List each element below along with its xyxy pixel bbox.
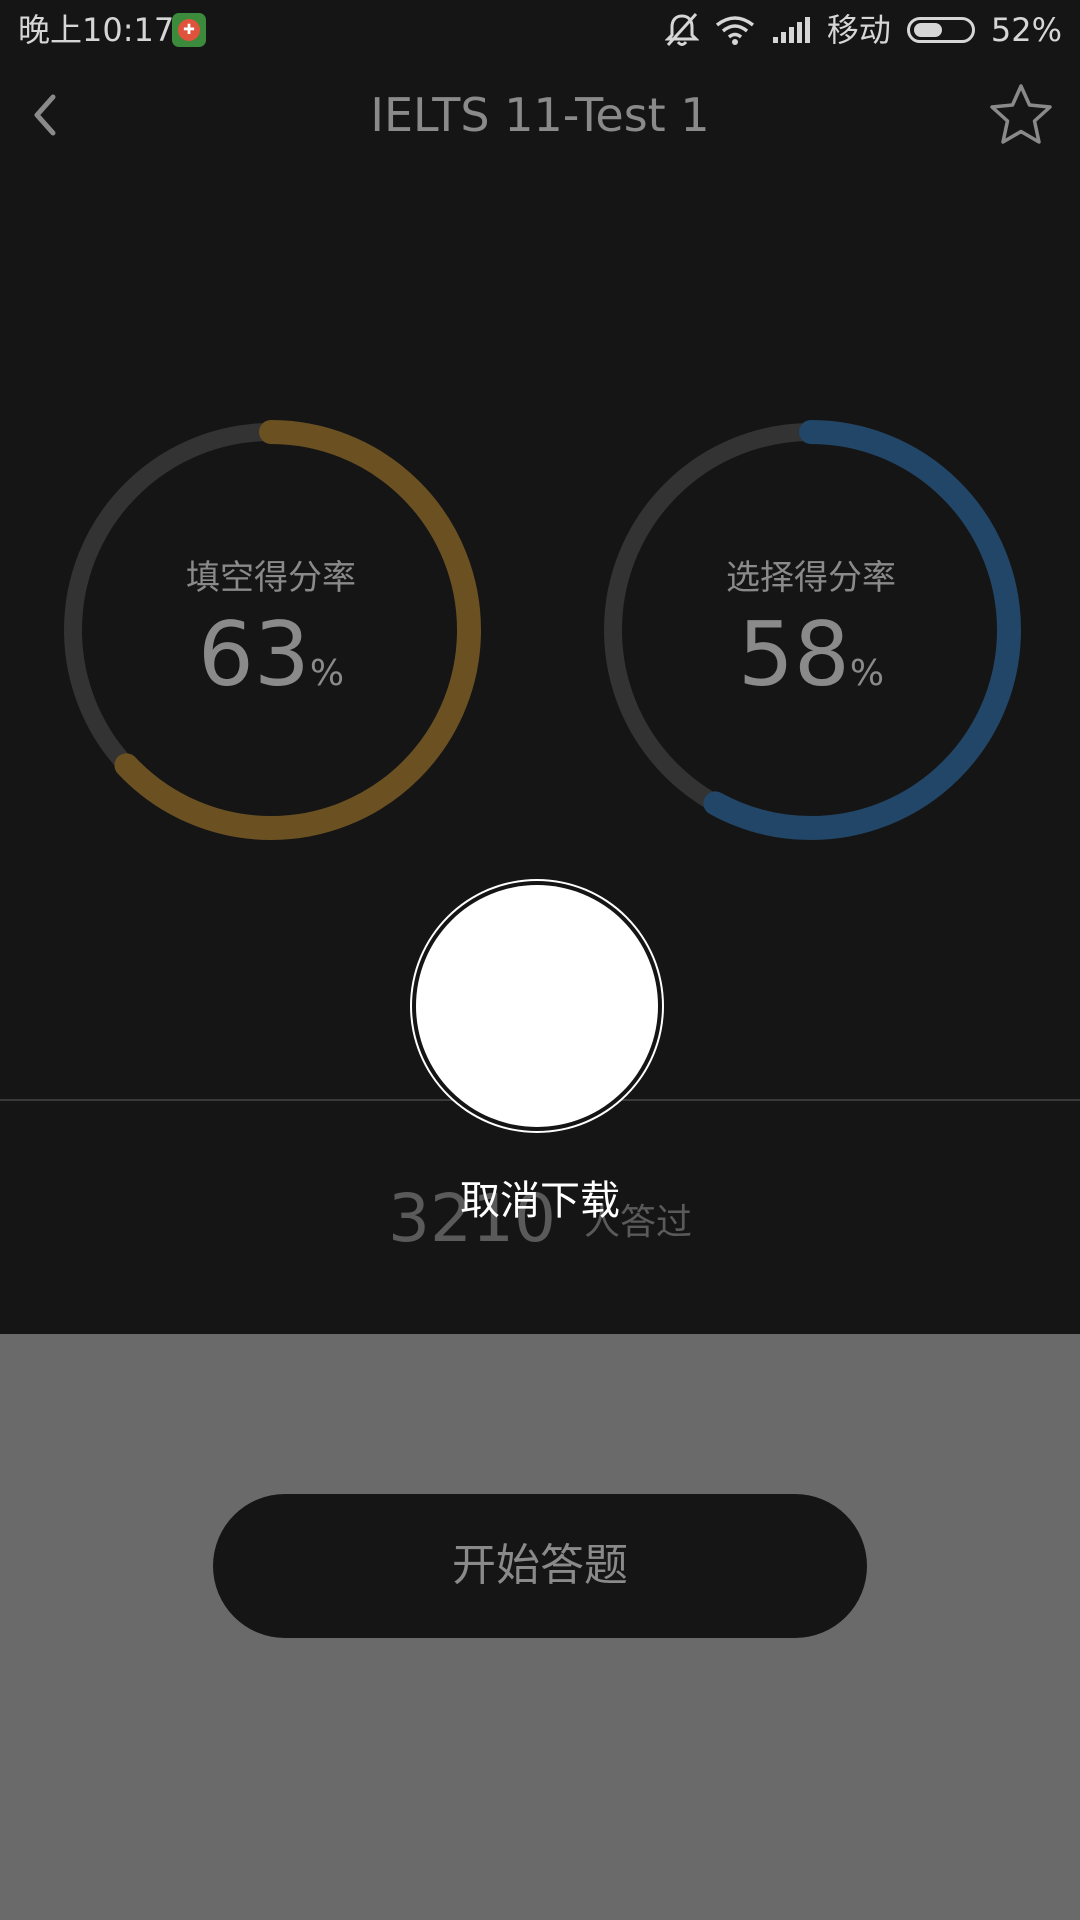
cancel-download-button[interactable]: 取消下载 <box>0 1168 1080 1226</box>
bottom-panel: 开始答题 <box>0 1334 1080 1920</box>
status-time: 晚上10:17 <box>18 11 175 49</box>
screen: 晚上10:17 ✚ 移动 52% IELTS 11-Test 1 填空得分率 6… <box>0 0 1080 1920</box>
status-right: 移动 52% <box>664 10 1062 50</box>
battery-icon <box>906 17 975 43</box>
carrier-name: 移动 <box>826 11 891 49</box>
back-button[interactable] <box>20 85 80 145</box>
choice-value: 58% <box>601 605 1021 705</box>
choice-score-ring: 选择得分率 58% <box>601 420 1021 840</box>
bell-muted-icon <box>664 12 699 47</box>
fill-blank-percent: 63 <box>197 603 310 706</box>
header: IELTS 11-Test 1 <box>0 70 1080 160</box>
wifi-icon <box>715 16 754 45</box>
download-progress-circle[interactable] <box>416 885 658 1127</box>
fill-blank-score-ring: 填空得分率 63% <box>61 420 481 840</box>
choice-percent: 58 <box>737 603 850 706</box>
choice-unit: % <box>849 653 885 694</box>
battery-percent: 52% <box>990 11 1062 49</box>
chevron-left-icon <box>34 94 56 136</box>
choice-label: 选择得分率 <box>726 558 896 598</box>
signal-icon <box>772 17 810 43</box>
status-bar: 晚上10:17 ✚ 移动 52% <box>0 0 1080 60</box>
start-answering-button[interactable]: 开始答题 <box>213 1494 867 1638</box>
app-notification-icon: ✚ <box>172 13 206 47</box>
fill-blank-unit: % <box>309 653 345 694</box>
battery-level <box>913 23 942 37</box>
page-title: IELTS 11-Test 1 <box>370 88 710 142</box>
fill-blank-label: 填空得分率 <box>186 558 356 598</box>
star-outline-icon <box>990 84 1052 144</box>
favorite-button[interactable] <box>986 80 1056 150</box>
fill-blank-value: 63% <box>61 605 481 705</box>
